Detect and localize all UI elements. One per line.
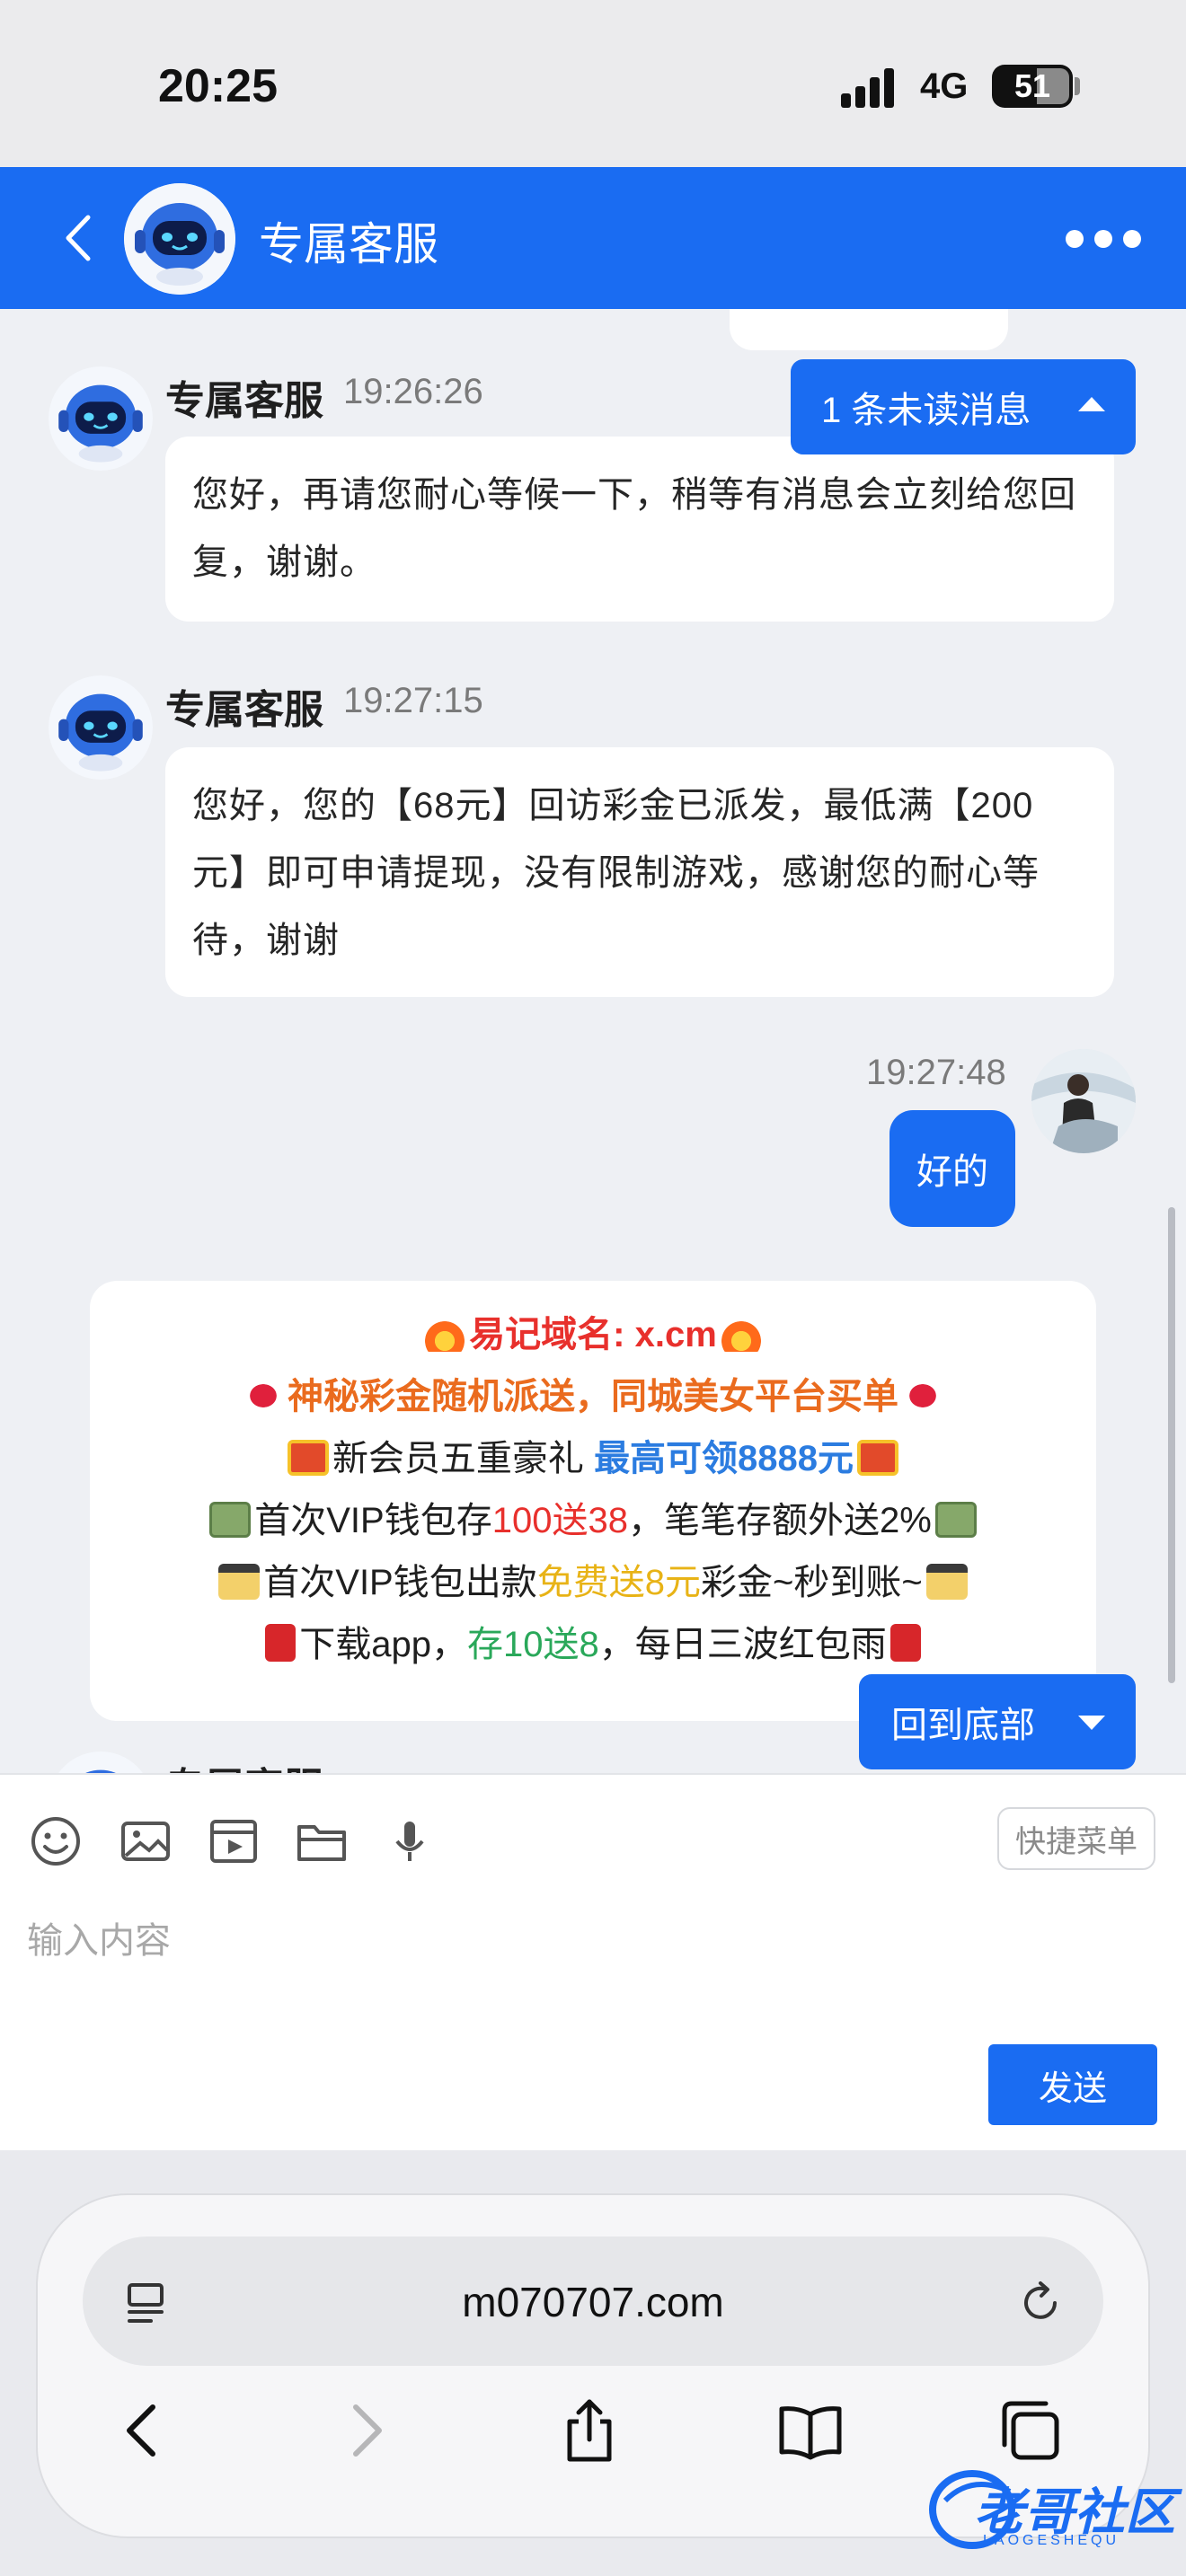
previous-bubble-edge [730,309,1008,350]
money-icon [934,1502,977,1538]
image-button[interactable] [117,1813,174,1870]
fire-icon [720,1316,762,1352]
promo-line-app: 下载app，存10送8，每日三波红包雨 [90,1614,1096,1676]
emoji-button[interactable] [27,1813,84,1870]
video-icon [210,1820,257,1863]
url-text: m070707.com [462,2279,724,2325]
agent-avatar [124,183,235,295]
signal-icon [841,66,900,108]
status-bar: 20:25 4G 51 [0,0,1186,167]
share-icon [567,2399,612,2462]
promo-line-withdraw: 首次VIP钱包出款免费送8元彩金~秒到账~ [90,1552,1096,1614]
back-icon [66,215,91,261]
reload-icon[interactable] [1013,2276,1067,2330]
message-time: 19:26:26 [343,372,483,411]
more-button[interactable] [1066,221,1143,257]
unread-messages-button[interactable]: 1 条未读消息 [791,359,1136,454]
tabs-button[interactable] [994,2395,1066,2466]
robot-icon [49,675,153,780]
sender-name: 专属客服 [165,379,323,423]
chat-header: 专属客服 [0,167,1186,309]
chevron-left-icon [127,2404,155,2457]
scroll-to-bottom-label: 回到底部 [891,1706,1035,1745]
agent-avatar [49,675,153,780]
send-button[interactable]: 发送 [988,2044,1157,2125]
promo-line-bonus: 神秘彩金随机派送，同城美女平台买单 [90,1366,1096,1428]
share-button[interactable] [553,2395,625,2466]
chevron-up-icon [1078,397,1105,411]
robot-icon [124,183,235,295]
lips-icon [902,1378,943,1414]
credit-card-icon [218,1564,261,1600]
scroll-to-bottom-button[interactable]: 回到底部 [859,1674,1136,1769]
robot-icon [58,1751,143,1773]
folder-icon [297,1825,346,1861]
video-button[interactable] [205,1813,262,1870]
mic-icon [395,1822,424,1861]
browser-forward-button[interactable] [329,2395,401,2466]
browser-back-button[interactable] [108,2395,180,2466]
more-icon [1066,230,1084,248]
back-button[interactable] [56,208,101,268]
voice-button[interactable] [381,1813,438,1870]
unread-label: 1 条未读消息 [821,391,1031,430]
promo-card: 易记域名: x.cm 神秘彩金随机派送，同城美女平台买单 新会员五重豪礼 最高可… [90,1281,1096,1721]
red-envelope-icon [265,1624,296,1662]
tabs-icon [1002,2401,1059,2460]
promo-line-domain: 易记域名: x.cm [90,1304,1096,1366]
image-icon [121,1822,170,1861]
robot-icon [49,366,153,471]
file-button[interactable] [293,1813,350,1870]
network-type: 4G [920,66,969,106]
status-time: 20:25 [158,60,278,112]
promo-line-deposit: 首次VIP钱包存100送38，笔笔存额外送2% [90,1490,1096,1552]
sender-name: 专属客服 [165,1755,323,1773]
input-panel: 快捷菜单 发送 [0,1773,1186,2150]
message-time: 19:27:15 [343,681,483,720]
chevron-down-icon [1078,1716,1105,1730]
bookmarks-icon [779,2406,842,2460]
header-title: 专属客服 [259,219,438,269]
watermark-subtext: LAOGESHEQU [983,2533,1120,2548]
message-bubble: 您好，您的【68元】回访彩金已派发，最低满【200元】即可申请提现，没有限制游戏… [165,747,1114,997]
emoji-icon [31,1817,80,1866]
my-message-bubble: 好的 [890,1110,1015,1227]
battery-icon: 51 [992,65,1073,108]
chevron-right-icon [353,2404,382,2457]
message-list[interactable]: 专属客服 19:26:26 您好，再请您耐心等候一下，稍等有消息会立刻给您回复，… [0,309,1186,1773]
agent-avatar [49,1751,153,1773]
battery-level: 51 [1013,67,1051,104]
credit-card-icon [925,1564,968,1600]
user-avatar [1031,1049,1136,1153]
promo-line-newmember: 新会员五重豪礼 最高可领8888元 [90,1428,1096,1490]
gift-icon [287,1440,329,1476]
agent-avatar [49,366,153,471]
gift-icon [857,1440,899,1476]
money-icon [209,1502,252,1538]
quick-menu-button[interactable]: 快捷菜单 [997,1807,1155,1870]
message-bubble: 您好，再请您耐心等候一下，稍等有消息会立刻给您回复，谢谢。 [165,437,1114,622]
message-input[interactable] [27,1910,925,1972]
bookmarks-button[interactable] [774,2395,846,2466]
message-time: 19:27:48 [866,1053,1006,1092]
battery-tip [1075,77,1080,95]
sender-name: 专属客服 [165,688,323,732]
lips-icon [243,1378,284,1414]
address-bar[interactable]: m070707.com [83,2236,1103,2366]
red-envelope-icon [890,1624,921,1662]
fire-icon [424,1316,466,1352]
scrollbar[interactable] [1168,1207,1175,1683]
